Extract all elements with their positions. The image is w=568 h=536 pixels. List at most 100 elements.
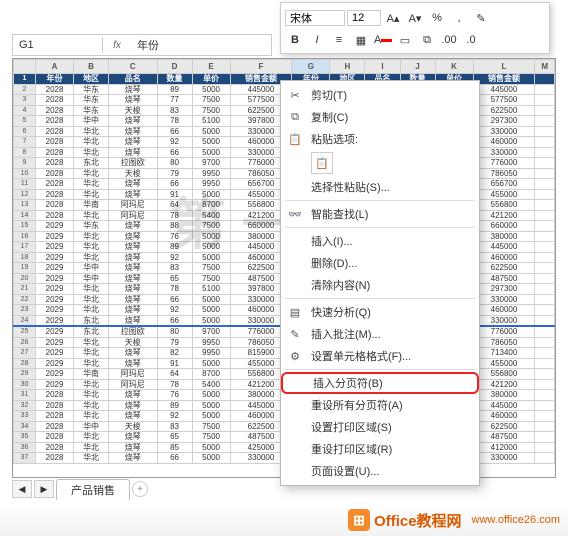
row-header[interactable]: 9: [14, 158, 36, 169]
row-header[interactable]: 21: [14, 284, 36, 295]
cell[interactable]: 7500: [192, 432, 230, 443]
cell[interactable]: 9700: [192, 326, 230, 337]
cell[interactable]: 79: [157, 168, 192, 179]
cell[interactable]: 91: [157, 189, 192, 200]
cell[interactable]: 2029: [36, 263, 74, 274]
cell[interactable]: 330000: [473, 453, 535, 464]
cell[interactable]: 92: [157, 252, 192, 263]
percent-icon[interactable]: %: [427, 8, 447, 28]
cell[interactable]: 330000: [473, 126, 535, 137]
menu-page-setup[interactable]: 页面设置(U)...: [281, 460, 479, 482]
cell[interactable]: 5000: [192, 84, 230, 95]
menu-format-cells[interactable]: ⚙设置单元格格式(F)...: [281, 345, 479, 367]
cell[interactable]: 7500: [192, 105, 230, 116]
col-header[interactable]: L: [473, 60, 535, 74]
cell[interactable]: 78: [157, 116, 192, 127]
cell[interactable]: 7500: [192, 263, 230, 274]
cell[interactable]: 421200: [473, 379, 535, 390]
cell[interactable]: 2029: [36, 273, 74, 284]
cell[interactable]: 5000: [192, 453, 230, 464]
cell[interactable]: 烧琴: [109, 221, 157, 232]
cell[interactable]: 91: [157, 358, 192, 369]
cell[interactable]: 460000: [473, 305, 535, 316]
cell[interactable]: 华北: [74, 453, 109, 464]
cell[interactable]: 7500: [192, 273, 230, 284]
tab-nav-prev[interactable]: ◀: [12, 480, 32, 498]
cell[interactable]: 烧琴: [109, 453, 157, 464]
cell[interactable]: 80: [157, 158, 192, 169]
cell[interactable]: 烧琴: [109, 189, 157, 200]
cell[interactable]: 776000: [473, 326, 535, 337]
row-header[interactable]: 25: [14, 326, 36, 337]
cell[interactable]: 445000: [473, 400, 535, 411]
cell[interactable]: 297300: [473, 284, 535, 295]
sheet-tab-active[interactable]: 产品销售: [56, 479, 130, 500]
cell[interactable]: 2029: [36, 337, 74, 348]
cell[interactable]: 5000: [192, 442, 230, 453]
cell[interactable]: 786050: [473, 337, 535, 348]
row-header[interactable]: 6: [14, 126, 36, 137]
row-header[interactable]: 24: [14, 315, 36, 326]
cell[interactable]: 2028: [36, 95, 74, 106]
cell[interactable]: 2029: [36, 315, 74, 326]
cell[interactable]: 88: [157, 221, 192, 232]
row-header[interactable]: 18: [14, 252, 36, 263]
cell[interactable]: 华东: [74, 221, 109, 232]
cell[interactable]: 华东: [74, 84, 109, 95]
cell[interactable]: 77: [157, 95, 192, 106]
cell[interactable]: 烧琴: [109, 390, 157, 401]
row-header[interactable]: 7: [14, 137, 36, 148]
cell[interactable]: 460000: [473, 411, 535, 422]
row-header[interactable]: 16: [14, 231, 36, 242]
row-header[interactable]: 19: [14, 263, 36, 274]
cell[interactable]: 776000: [473, 158, 535, 169]
cell[interactable]: 66: [157, 315, 192, 326]
comma-icon[interactable]: ,: [449, 8, 469, 28]
row-header[interactable]: 13: [14, 200, 36, 211]
cell[interactable]: 330000: [473, 315, 535, 326]
cell[interactable]: 华北: [74, 411, 109, 422]
cell[interactable]: 2028: [36, 179, 74, 190]
cell[interactable]: 2028: [36, 189, 74, 200]
row-header[interactable]: 27: [14, 348, 36, 359]
cell[interactable]: 556800: [473, 200, 535, 211]
cell[interactable]: 5000: [192, 126, 230, 137]
formula-input[interactable]: 年份: [131, 35, 271, 55]
decrease-font-icon[interactable]: A▾: [405, 8, 425, 28]
cell[interactable]: 380000: [473, 231, 535, 242]
menu-quick-analysis[interactable]: ▤快速分析(Q): [281, 301, 479, 323]
tab-nav-next[interactable]: ▶: [34, 480, 54, 498]
header-cell[interactable]: 单价: [192, 74, 230, 85]
cell[interactable]: 455000: [473, 358, 535, 369]
cell[interactable]: 297300: [473, 116, 535, 127]
cell[interactable]: 烧琴: [109, 348, 157, 359]
col-header[interactable]: A: [36, 60, 74, 74]
cell[interactable]: 华中: [74, 116, 109, 127]
col-header[interactable]: K: [435, 60, 473, 74]
cell[interactable]: 64: [157, 200, 192, 211]
cell[interactable]: 烧琴: [109, 252, 157, 263]
cell[interactable]: 2028: [36, 390, 74, 401]
row-header[interactable]: 30: [14, 379, 36, 390]
row-header[interactable]: 33: [14, 411, 36, 422]
cell[interactable]: 华北: [74, 400, 109, 411]
menu-copy[interactable]: ⧉复制(C): [281, 106, 479, 128]
cell[interactable]: 华北: [74, 305, 109, 316]
row-header[interactable]: 22: [14, 294, 36, 305]
row-header[interactable]: 37: [14, 453, 36, 464]
cell[interactable]: 64: [157, 369, 192, 380]
cell[interactable]: 东北: [74, 158, 109, 169]
cell[interactable]: 5000: [192, 147, 230, 158]
cell[interactable]: 烧琴: [109, 273, 157, 284]
cell[interactable]: 380000: [473, 390, 535, 401]
cell[interactable]: 华北: [74, 179, 109, 190]
col-header[interactable]: C: [109, 60, 157, 74]
cell[interactable]: 5000: [192, 358, 230, 369]
cell[interactable]: 65: [157, 273, 192, 284]
cell[interactable]: 天梭: [109, 168, 157, 179]
row-header[interactable]: 14: [14, 210, 36, 221]
row-header[interactable]: 29: [14, 369, 36, 380]
cell[interactable]: 445000: [473, 242, 535, 253]
cell[interactable]: 天梭: [109, 337, 157, 348]
col-header[interactable]: G: [292, 60, 330, 74]
